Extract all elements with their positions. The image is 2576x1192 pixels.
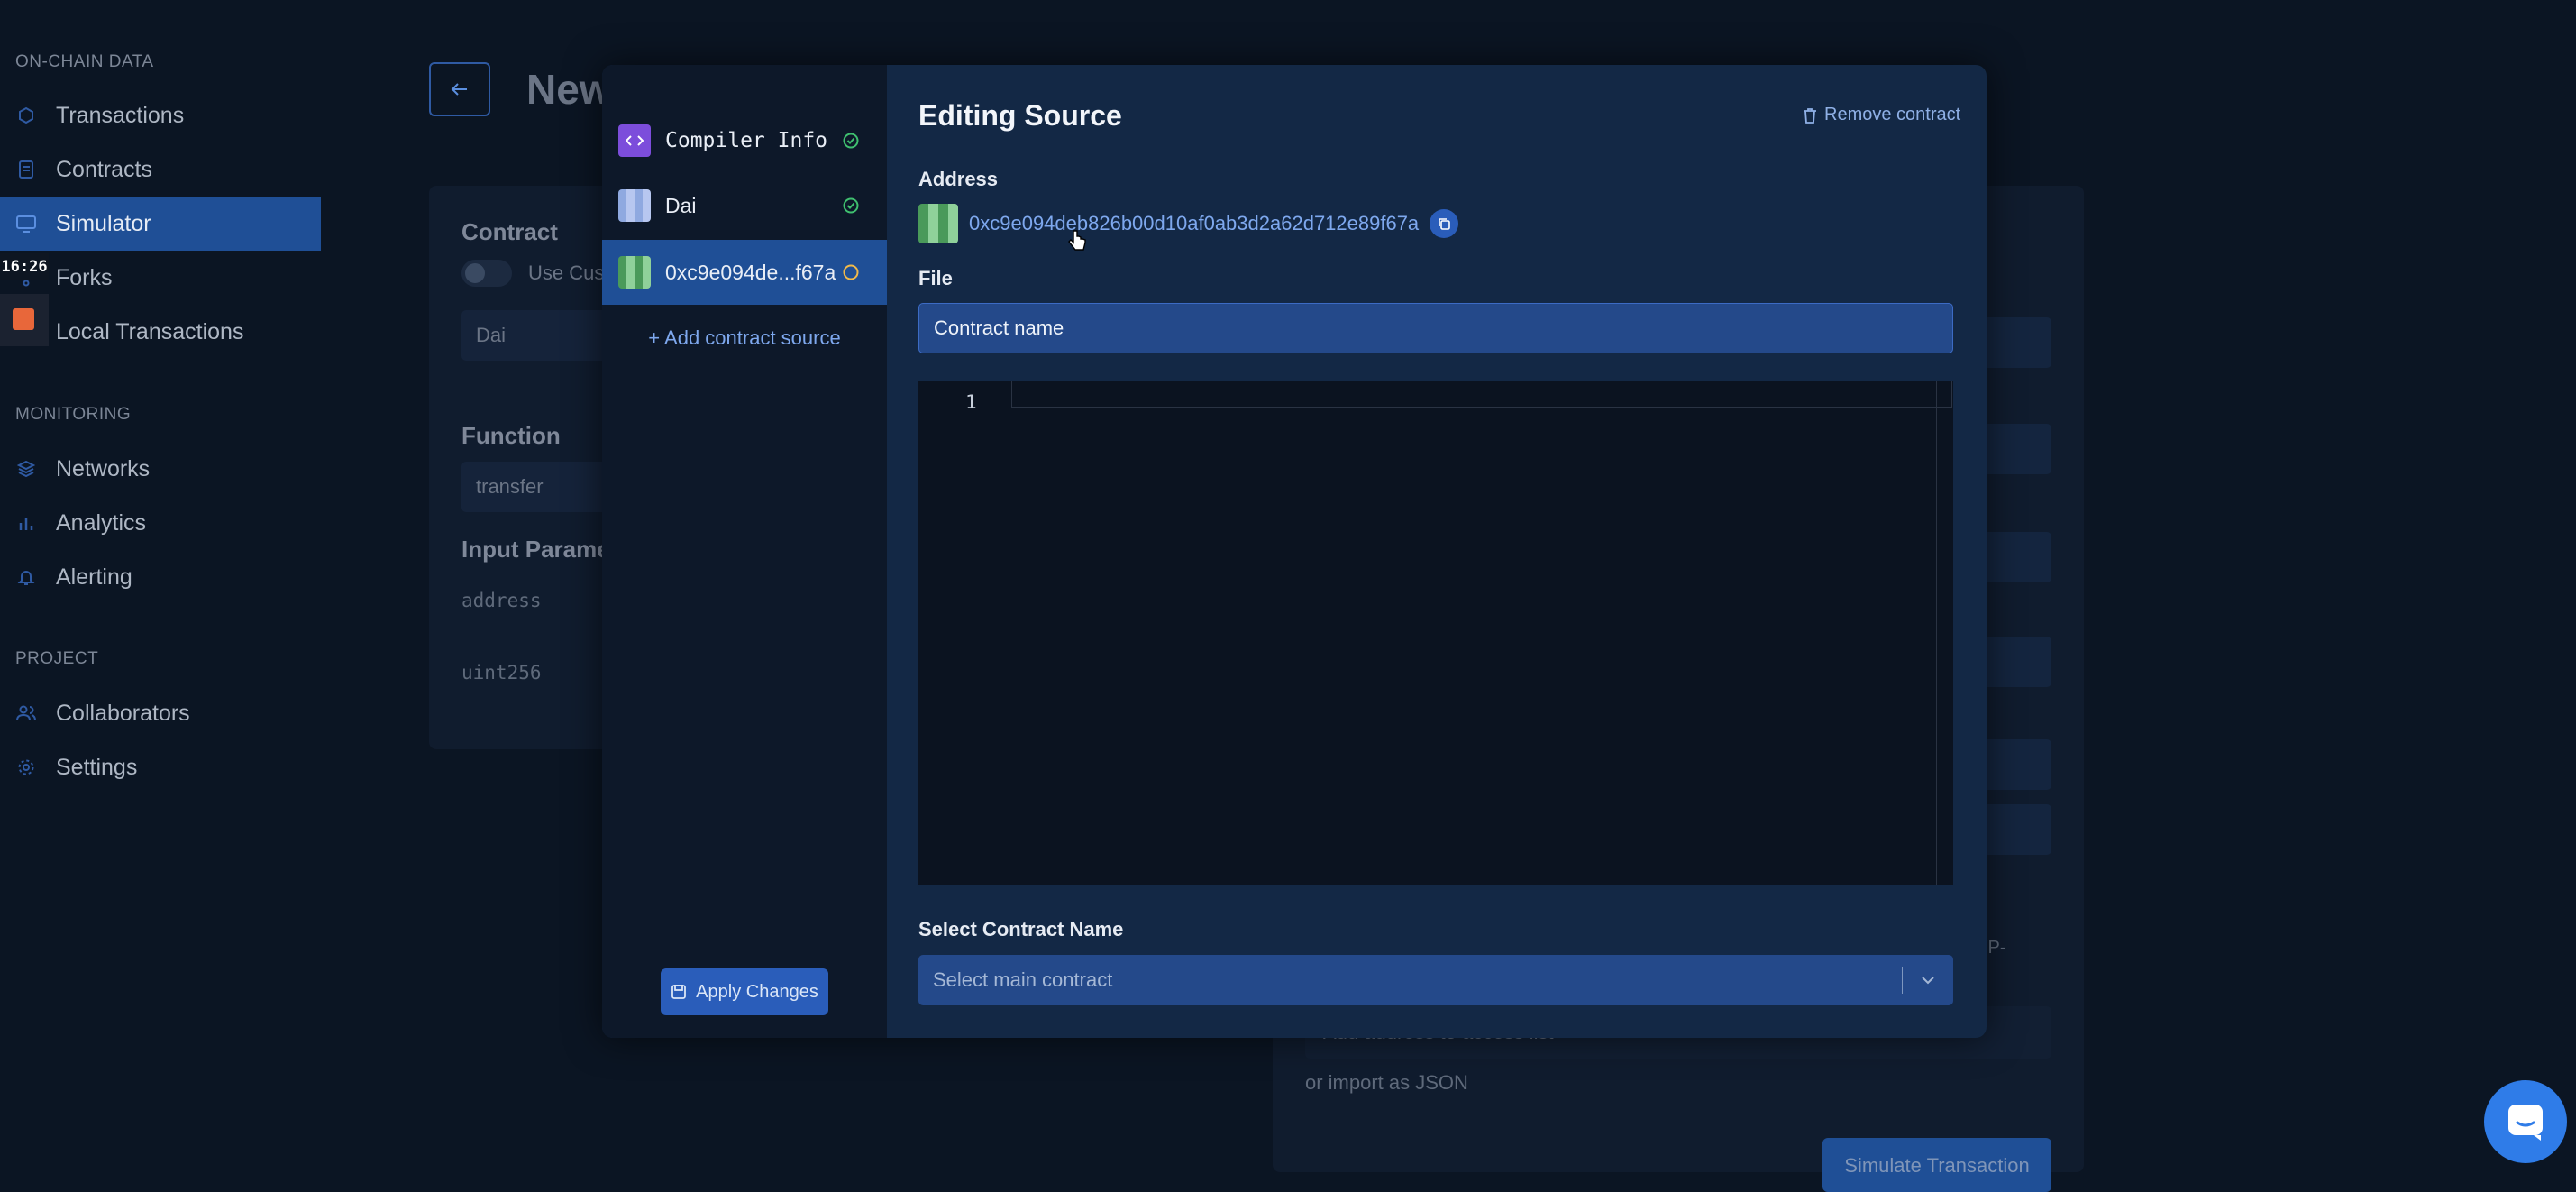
source-item-label: Dai	[665, 193, 697, 217]
apply-changes-button[interactable]: Apply Changes	[661, 968, 828, 1015]
modal-title: Editing Source	[918, 99, 1122, 132]
line-number: 1	[965, 391, 977, 413]
sidebar-item-alerting[interactable]: Alerting	[0, 550, 321, 604]
editing-source-modal: Compiler Info Dai 0xc9e094de...f67a + Ad…	[602, 65, 1987, 1038]
import-json-link[interactable]: or import as JSON	[1305, 1071, 1468, 1095]
source-code-editor[interactable]: 1	[918, 381, 1953, 885]
check-circle-icon	[842, 197, 860, 215]
section-label-onchain: ON-CHAIN DATA	[15, 52, 154, 71]
current-line-highlight	[1011, 381, 1952, 408]
check-circle-icon	[842, 132, 860, 150]
file-label: File	[918, 267, 953, 289]
input-params-heading: Input Parame	[461, 536, 610, 563]
function-heading: Function	[461, 422, 561, 449]
source-item-label: Compiler Info	[665, 129, 828, 152]
source-item-label: 0xc9e094de...f67a	[665, 260, 836, 284]
contract-name-input[interactable]: Contract name	[918, 303, 1953, 353]
layers-icon	[16, 459, 36, 479]
copy-address-button[interactable]	[1430, 209, 1459, 238]
simulate-transaction-button[interactable]: Simulate Transaction	[1822, 1138, 2051, 1192]
time-badge: 16:26	[0, 253, 49, 280]
sidebar-item-label: Simulator	[56, 210, 151, 236]
sidebar-item-settings[interactable]: Settings	[0, 740, 321, 794]
page-title: New	[526, 66, 612, 113]
sidebar-item-label: Contracts	[56, 156, 152, 182]
main-contract-select[interactable]: Select main contract	[918, 955, 1953, 1005]
pending-circle-icon	[842, 263, 860, 281]
identicon-dai	[618, 189, 651, 222]
apply-changes-label: Apply Changes	[696, 981, 818, 1002]
document-icon	[16, 160, 36, 179]
sidebar: ON-CHAIN DATA Transactions Contracts Sim…	[0, 0, 321, 1172]
bell-icon	[16, 567, 36, 587]
sidebar-item-label: Collaborators	[56, 700, 190, 726]
gear-icon	[16, 757, 36, 777]
identicon-address	[618, 256, 651, 289]
cube-icon	[16, 105, 36, 125]
contract-heading: Contract	[461, 218, 558, 245]
sidebar-item-analytics[interactable]: Analytics	[0, 496, 321, 550]
record-button[interactable]	[0, 294, 49, 346]
identicon-address	[918, 204, 958, 243]
contract-address-link[interactable]: 0xc9e094deb826b00d10af0ab3d2a62d712e89f6…	[969, 212, 1419, 235]
sidebar-item-transactions[interactable]: Transactions	[0, 88, 321, 142]
source-item-dai[interactable]: Dai	[602, 173, 887, 238]
sidebar-item-collaborators[interactable]: Collaborators	[0, 686, 321, 740]
code-icon	[618, 124, 651, 157]
param-type-address: address	[461, 590, 542, 611]
record-icon	[13, 308, 34, 330]
sidebar-item-label: Transactions	[56, 102, 185, 128]
sidebar-item-label: Analytics	[56, 509, 147, 536]
users-icon	[16, 703, 36, 723]
add-contract-source-button[interactable]: + Add contract source	[602, 326, 887, 350]
chat-icon	[2508, 1105, 2543, 1141]
use-custom-toggle[interactable]	[461, 260, 512, 287]
arrow-left-icon	[451, 83, 467, 96]
sidebar-item-networks[interactable]: Networks	[0, 442, 321, 496]
chat-widget-button[interactable]	[2484, 1080, 2567, 1163]
source-list-panel: Compiler Info Dai 0xc9e094de...f67a + Ad…	[602, 65, 887, 1038]
sidebar-item-label: Forks	[56, 264, 113, 290]
remove-contract-button[interactable]: Remove contract	[1803, 105, 1960, 125]
remove-contract-label: Remove contract	[1824, 105, 1961, 124]
bar-chart-icon	[16, 513, 36, 533]
address-row: 0xc9e094deb826b00d10af0ab3d2a62d712e89f6…	[918, 204, 1459, 243]
use-custom-label: Use Cus	[528, 261, 605, 284]
sidebar-item-contracts[interactable]: Contracts	[0, 142, 321, 197]
sidebar-item-simulator[interactable]: Simulator	[0, 197, 321, 251]
sidebar-item-label: Networks	[56, 455, 151, 481]
param-type-uint256: uint256	[461, 662, 542, 683]
section-label-monitoring: MONITORING	[15, 405, 132, 424]
editor-scrollbar[interactable]	[1936, 381, 1937, 885]
hand-cursor-icon	[1067, 229, 1087, 259]
chevron-down-icon	[1903, 975, 1953, 986]
save-icon	[671, 985, 687, 999]
back-button[interactable]	[429, 62, 490, 116]
sidebar-item-label: Local Transactions	[56, 318, 244, 344]
copy-icon	[1439, 218, 1450, 230]
trash-icon	[1804, 107, 1816, 124]
sidebar-item-label: Settings	[56, 754, 138, 780]
select-contract-name-label: Select Contract Name	[918, 918, 1124, 940]
sidebar-item-label: Alerting	[56, 564, 132, 590]
monitor-icon	[16, 214, 36, 234]
section-label-project: PROJECT	[15, 649, 99, 668]
source-item-address[interactable]: 0xc9e094de...f67a	[602, 240, 887, 305]
source-item-compiler-info[interactable]: Compiler Info	[602, 108, 887, 173]
select-placeholder: Select main contract	[933, 968, 1113, 991]
address-label: Address	[918, 168, 999, 190]
